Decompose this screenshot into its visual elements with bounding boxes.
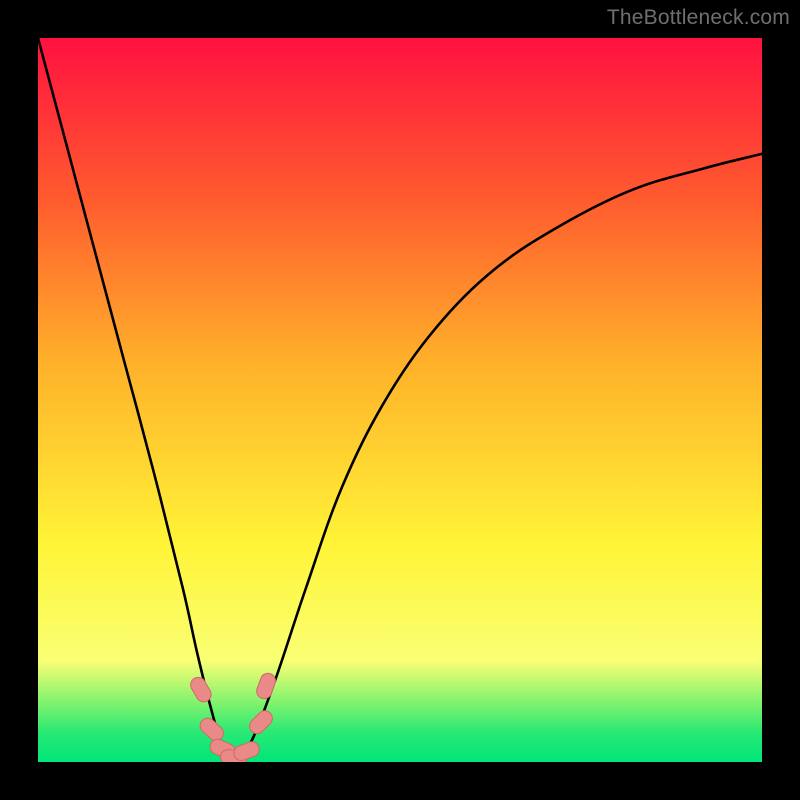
plot-area [38, 38, 762, 762]
watermark-text: TheBottleneck.com [607, 6, 790, 30]
outer-frame: TheBottleneck.com [0, 0, 800, 800]
gradient-background [38, 38, 762, 762]
chart-svg [38, 38, 762, 762]
